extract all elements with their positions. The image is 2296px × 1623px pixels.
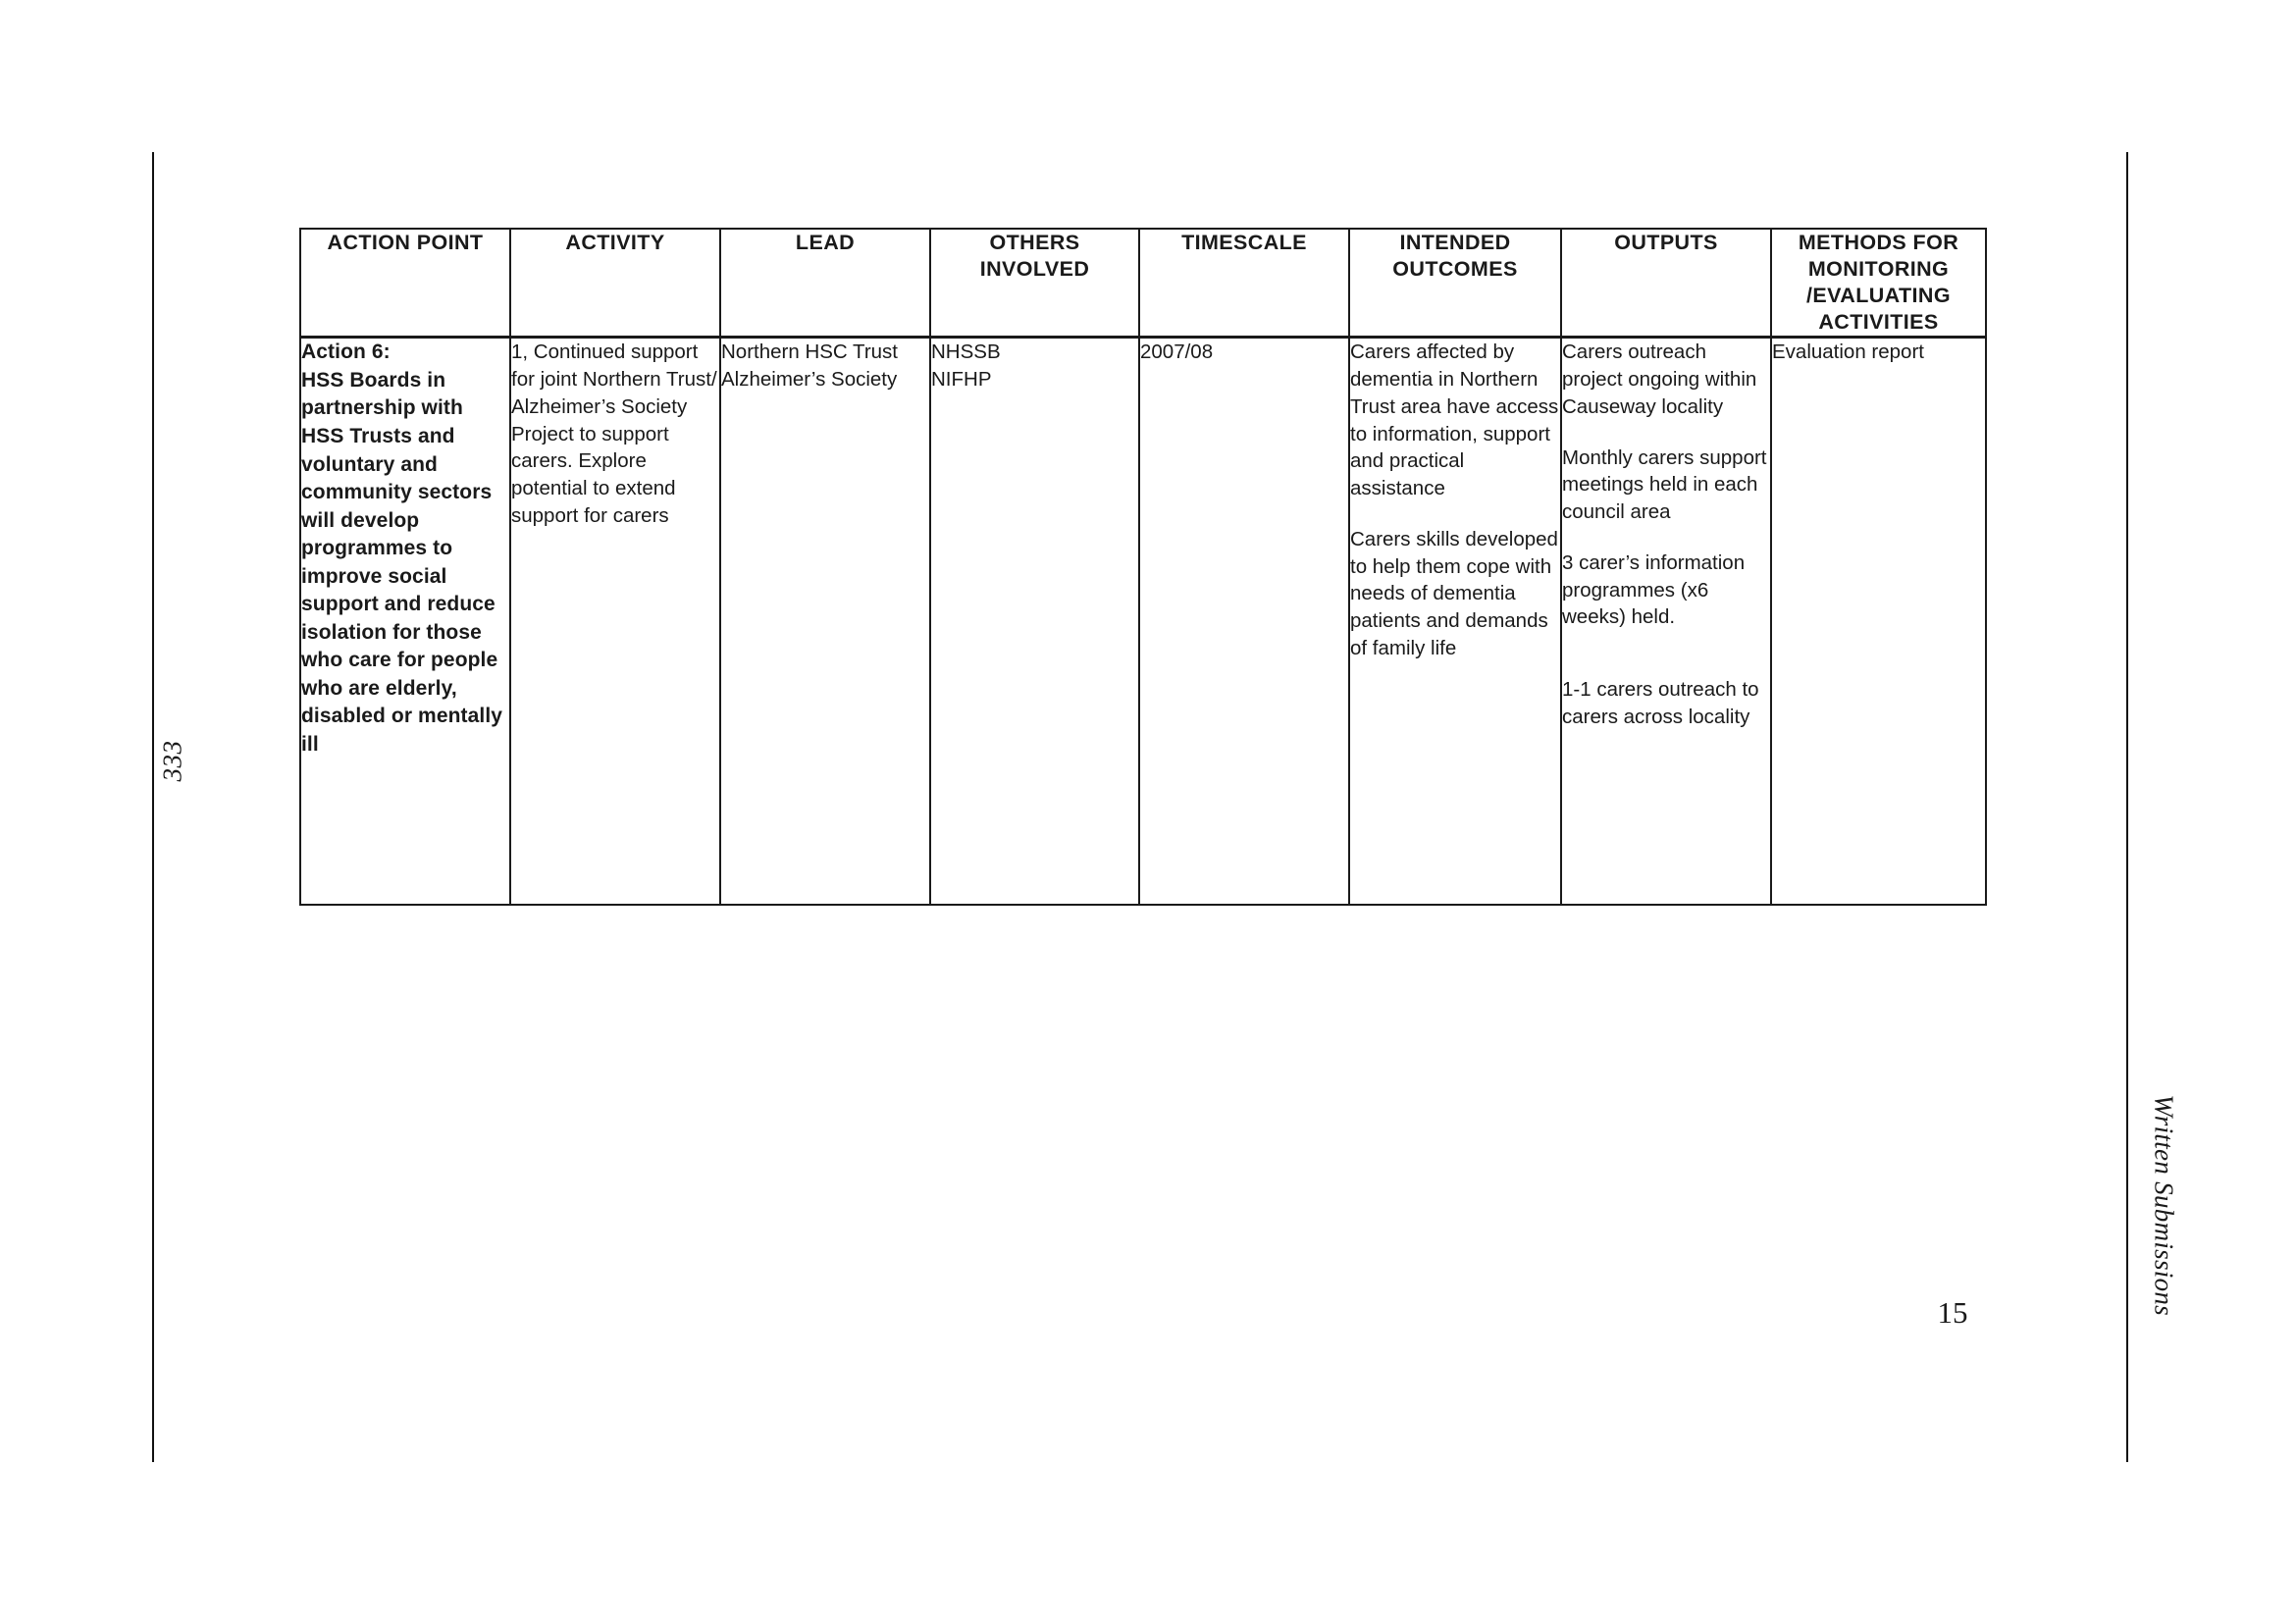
table-row: Action 6: HSS Boards in partnership with… (299, 336, 1987, 906)
column-header-methods-line2: MONITORING (1807, 257, 1950, 282)
cell-action-point: Action 6: HSS Boards in partnership with… (299, 336, 511, 906)
lead-line-2: Alzheimer’s Society (721, 368, 898, 392)
column-header-lead: LEAD (719, 228, 931, 340)
left-margin-rule (152, 152, 154, 1462)
others-involved-line-2: NIFHP (931, 368, 992, 392)
column-header-outputs: OUTPUTS (1560, 228, 1772, 340)
action-point-label: Action 6: (301, 340, 391, 364)
running-head-right: Written Submissions (2149, 1094, 2179, 1316)
column-header-intended-outcomes-line1: INTENDED (1399, 231, 1511, 254)
action-plan-table: ACTION POINT ACTIVITY LEAD OTHERS INVOLV… (299, 228, 1987, 906)
action-point-text: HSS Boards in partnership with HSS Trust… (301, 368, 503, 756)
action-plan-table-wrapper: ACTION POINT ACTIVITY LEAD OTHERS INVOLV… (299, 228, 1987, 906)
cell-timescale: 2007/08 (1138, 336, 1350, 906)
others-involved-line-1: NHSSB (931, 340, 1001, 364)
column-header-activity: ACTIVITY (509, 228, 721, 340)
folio-number-left: 333 (157, 740, 187, 782)
page-number: 15 (1937, 1295, 1968, 1330)
right-margin-rule (2126, 152, 2128, 1462)
column-header-others-involved-line1: OTHERS (989, 231, 1080, 254)
cell-lead: Northern HSC Trust Alzheimer’s Society (719, 336, 931, 906)
column-header-others-involved: OTHERS INVOLVED (929, 228, 1140, 340)
output-paragraph-3: 3 carer’s information programmes (x6 wee… (1562, 550, 1746, 629)
column-header-timescale: TIMESCALE (1138, 228, 1350, 340)
activity-text: 1, Continued support for joint Northern … (511, 340, 717, 527)
cell-outputs: Carers outreach project ongoing within C… (1560, 336, 1772, 906)
output-paragraph-4: 1-1 carers outreach to carers across loc… (1562, 678, 1759, 728)
column-header-others-involved-line2: INVOLVED (979, 257, 1090, 282)
column-header-intended-outcomes-line2: OUTCOMES (1392, 257, 1518, 282)
intended-outcome-paragraph-1: Carers affected by dementia in Northern … (1350, 340, 1559, 500)
timescale-text: 2007/08 (1140, 340, 1214, 364)
table-body: Action 6: HSS Boards in partnership with… (299, 336, 1987, 906)
table-header: ACTION POINT ACTIVITY LEAD OTHERS INVOLV… (299, 228, 1987, 340)
lead-line-1: Northern HSC Trust (721, 340, 898, 364)
column-header-methods-line3: /EVALUATING (1806, 284, 1951, 308)
column-header-action-point: ACTION POINT (299, 228, 511, 340)
table-header-row: ACTION POINT ACTIVITY LEAD OTHERS INVOLV… (299, 228, 1987, 340)
output-paragraph-1: Carers outreach project ongoing within C… (1562, 340, 1757, 418)
column-header-intended-outcomes: INTENDED OUTCOMES (1348, 228, 1562, 340)
column-header-methods-line4: ACTIVITIES (1818, 310, 1939, 335)
column-header-methods-line1: METHODS FOR (1798, 231, 1959, 254)
cell-intended-outcomes: Carers affected by dementia in Northern … (1348, 336, 1562, 906)
intended-outcome-paragraph-2: Carers skills developed to help them cop… (1350, 527, 1558, 659)
output-paragraph-2: Monthly carers support meetings held in … (1562, 445, 1767, 524)
outputs-spacer (1562, 631, 1770, 676)
methods-text: Evaluation report (1772, 340, 1924, 364)
cell-activity: 1, Continued support for joint Northern … (509, 336, 721, 906)
column-header-methods: METHODS FOR MONITORING /EVALUATING ACTIV… (1770, 228, 1987, 340)
cell-others-involved: NHSSB NIFHP (929, 336, 1140, 906)
cell-methods: Evaluation report (1770, 336, 1987, 906)
